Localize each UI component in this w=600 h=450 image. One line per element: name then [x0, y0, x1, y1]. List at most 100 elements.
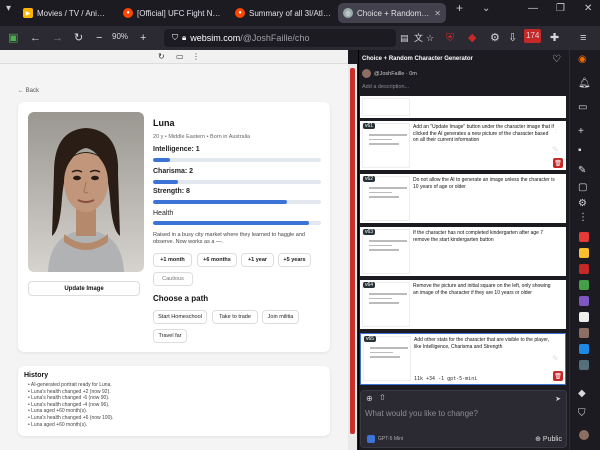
diamond-icon[interactable]: ◆ [578, 388, 586, 399]
url-path: /@JoshFaille/cho [240, 33, 310, 43]
plus-icon[interactable]: + [578, 126, 584, 137]
shield-icon[interactable]: ⛉ [172, 33, 178, 43]
visibility-toggle[interactable]: ⊕ Public [535, 435, 562, 443]
chat-icon[interactable]: ▢ [578, 182, 587, 193]
maximize-icon[interactable]: ❐ [556, 3, 565, 14]
extensions-icon[interactable]: ⚙ [490, 31, 500, 45]
version-item-v63[interactable]: v63 If the character has not completed k… [360, 227, 566, 276]
frame-reload-icon[interactable]: ↻ [158, 52, 165, 61]
path-join-militia-button[interactable]: Join militia [262, 310, 299, 324]
age-1-month-button[interactable]: +1 month [153, 253, 192, 267]
url-bar[interactable]: ⛉ 🔒︎ websim.com /@JoshFaille/cho [164, 29, 396, 47]
version-thumbnail [362, 123, 410, 168]
url-domain: websim.com [190, 33, 241, 43]
delete-version-icon[interactable]: 🗑︎ [553, 371, 563, 381]
extension-ublock-icon[interactable]: ⛨ [446, 31, 454, 45]
translate-icon[interactable]: 文 [414, 31, 423, 45]
version-item-v61[interactable]: v61 Add an "Update Image" button under t… [360, 121, 566, 170]
menu-icon[interactable]: ≡ [580, 31, 586, 45]
zoom-in-icon[interactable]: + [140, 31, 146, 45]
nav-toolbar: ▣ ← → ↻ − 90% + ⛉ 🔒︎ websim.com /@JoshFa… [0, 26, 600, 50]
tab-choice-random[interactable]: ◎ Choice + Random Chara ✕ [338, 3, 446, 23]
version-item[interactable] [360, 96, 566, 118]
cautious-button[interactable]: Cautious [153, 272, 193, 286]
bookmark-icon[interactable]: ☆ [426, 31, 434, 45]
close-window-icon[interactable]: ✕ [584, 3, 592, 14]
chrome-icon[interactable]: ◉ [578, 54, 587, 65]
new-tab-button[interactable]: + [456, 1, 463, 15]
version-item-v64[interactable]: v64 Remove the picture and initial squar… [360, 280, 566, 329]
pencil-icon[interactable]: ✎ [578, 165, 586, 176]
age-1-year-button[interactable]: +1 year [241, 253, 274, 267]
tab-atlas[interactable]: ● Summary of all 3I/Atlas a [230, 3, 336, 23]
minimize-icon[interactable]: — [528, 3, 538, 14]
tab-ufc[interactable]: ● [Official] UFC Fight Night [118, 3, 226, 23]
delete-version-icon[interactable]: 🗑︎ [553, 158, 563, 168]
tab-list-icon[interactable]: ▾ [6, 3, 11, 14]
content-scrollbar[interactable] [348, 64, 357, 450]
puzzle-icon[interactable]: ✚ [550, 31, 559, 45]
chevron-down-icon[interactable]: ⌄ [482, 3, 490, 14]
app-icon[interactable] [579, 360, 589, 370]
history-item: Luna aged +60 month(s). [28, 422, 113, 429]
back-arrow-icon[interactable]: ← [30, 31, 41, 45]
edit-pencil-icon[interactable]: ✎ [552, 354, 559, 363]
desktop-view-icon[interactable]: ▭ [176, 52, 184, 61]
reader-icon[interactable]: ▤ [400, 31, 409, 45]
globe-icon[interactable]: ⊕ [366, 394, 373, 403]
download-icon[interactable]: ⇩ [508, 31, 517, 45]
more-options-icon[interactable]: ⋮ [552, 125, 560, 134]
avatar[interactable] [579, 430, 589, 440]
app-icon[interactable] [579, 232, 589, 242]
heart-icon[interactable]: ♡ [552, 54, 561, 65]
path-start-homeschool-button[interactable]: Start Homeschool [153, 310, 207, 324]
upload-icon[interactable]: ⇧ [379, 393, 386, 402]
app-icon[interactable] [579, 248, 589, 258]
frame-menu-icon[interactable]: ⋮ [192, 52, 200, 61]
back-link[interactable]: ← Back [18, 88, 39, 94]
model-selector[interactable]: GPT-5 Mini [367, 435, 403, 443]
update-image-button[interactable]: Update Image [28, 281, 140, 296]
bell-icon[interactable]: 🔔︎ [578, 78, 591, 89]
forward-arrow-icon[interactable]: → [52, 31, 63, 45]
notification-badge[interactable]: 174 [524, 29, 542, 43]
app-icon[interactable] [579, 264, 589, 274]
description-input[interactable]: Add a description... [362, 84, 409, 90]
version-tag: v65 [364, 336, 377, 342]
app-icon[interactable] [579, 296, 589, 306]
version-description: Add an "Update Image" button under the c… [413, 124, 554, 143]
age-6-months-button[interactable]: +6 months [197, 253, 237, 267]
extension-red-icon[interactable]: ◆ [468, 31, 476, 45]
version-item-v65[interactable]: v65 Add other stats for the character th… [360, 333, 566, 385]
sidebar-toggle-icon[interactable]: ▣ [8, 31, 18, 45]
tab-movies[interactable]: ▶ Movies / TV / Anime • fr [18, 3, 114, 23]
pin-icon[interactable]: ▪ [578, 145, 582, 156]
reload-icon[interactable]: ↻ [74, 31, 83, 45]
zoom-out-icon[interactable]: − [96, 31, 102, 45]
version-item-v62[interactable]: v62 Do not allow the AI to generate an i… [360, 174, 566, 223]
chat-input[interactable]: What would you like to change? [365, 409, 478, 418]
age-5-years-button[interactable]: +5 years [278, 253, 311, 267]
settings-icon[interactable]: ⚙ [578, 198, 587, 209]
stat-fill [153, 200, 288, 204]
history-panel: History AI-generated portrait ready for … [18, 366, 330, 436]
scrollbar-thumb[interactable] [350, 68, 355, 434]
zoom-level[interactable]: 90% [112, 32, 128, 41]
app-icon[interactable] [579, 312, 589, 322]
app-icon[interactable] [579, 344, 589, 354]
path-travel-far-button[interactable]: Travel far [153, 329, 187, 343]
more-icon[interactable]: ⋮ [578, 212, 588, 223]
history-item: Luna's health changed +6 (now 100). [28, 415, 113, 422]
stat-strength-label: Strength: 8 [153, 188, 190, 195]
shield-icon[interactable]: ⛉ [578, 408, 586, 419]
app-icon[interactable] [579, 328, 589, 338]
edit-pencil-icon[interactable]: ✎ [552, 145, 559, 154]
choose-path-title: Choose a path [153, 294, 209, 303]
send-icon[interactable]: ➤ [555, 395, 561, 403]
close-tab-icon[interactable]: ✕ [434, 9, 441, 18]
project-author[interactable]: @JoshFaille · 0m [362, 69, 417, 78]
app-icon[interactable] [579, 280, 589, 290]
folder-icon[interactable]: ▭ [578, 102, 587, 113]
character-meta: 20 y • Middle Eastern • Born in Australi… [153, 134, 251, 140]
path-take-to-trade-button[interactable]: Take to trade [212, 310, 258, 324]
